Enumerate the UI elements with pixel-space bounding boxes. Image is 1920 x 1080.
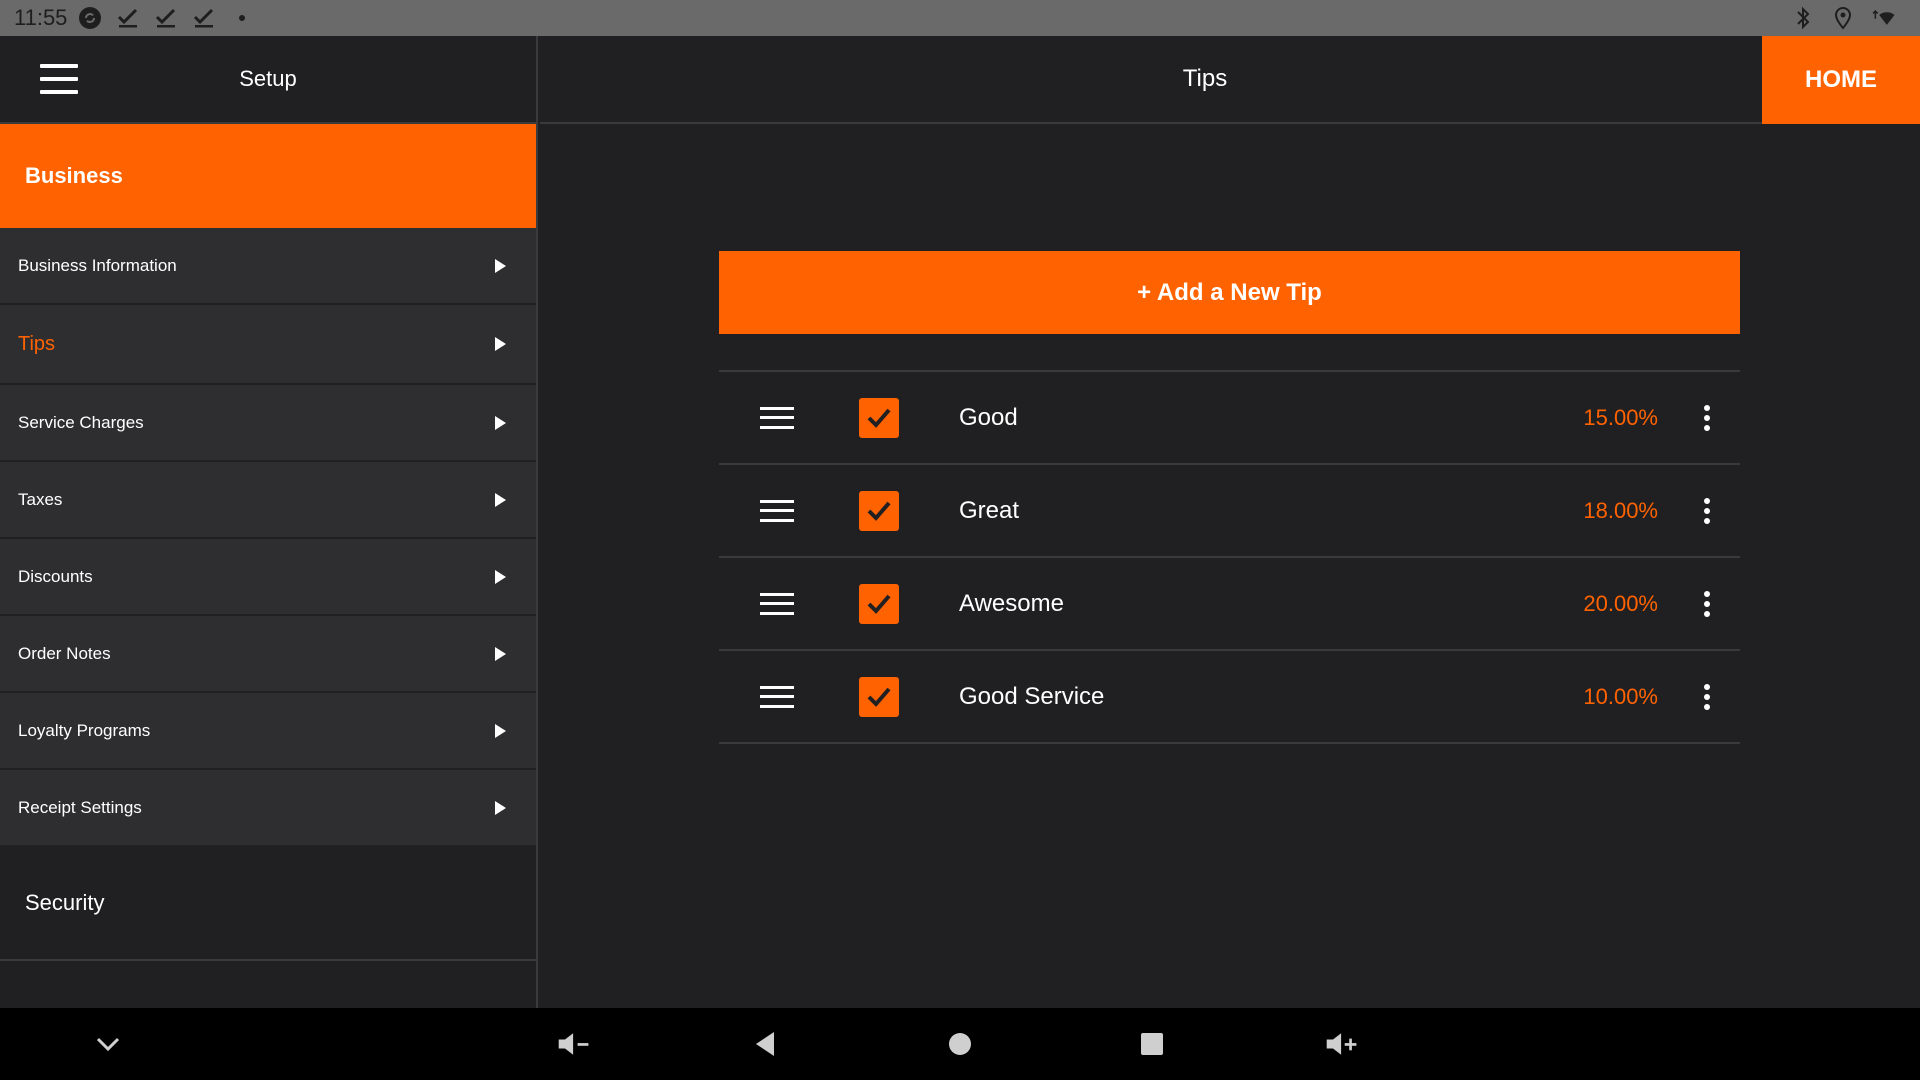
sidebar-item-label: Business Information: [18, 255, 177, 275]
arrow-right-icon: [495, 492, 506, 507]
sidebar-title: Setup: [239, 66, 297, 91]
tip-percent: 18.00%: [1583, 497, 1658, 523]
chevron-down-icon[interactable]: [90, 1026, 126, 1062]
sidebar-item-label: Service Charges: [18, 412, 144, 432]
check-icon: [115, 5, 141, 31]
more-options-icon[interactable]: [1702, 683, 1712, 710]
tip-row: Good Service 10.00%: [719, 651, 1740, 744]
status-right-icons: [1790, 5, 1906, 31]
tip-checkbox[interactable]: [859, 676, 899, 717]
status-bar: 11:55: [0, 0, 1920, 36]
tip-name: Great: [959, 496, 1020, 524]
arrow-right-icon: [495, 800, 506, 815]
section-business[interactable]: Business: [0, 124, 536, 228]
sidebar-header: Setup: [0, 36, 536, 124]
add-tip-button[interactable]: + Add a New Tip: [719, 251, 1740, 334]
home-button[interactable]: HOME: [1762, 36, 1920, 124]
main-panel: Tips HOME + Add a New Tip Good 15.00% Gr…: [540, 36, 1920, 1008]
tip-row: Awesome 20.00%: [719, 558, 1740, 651]
more-options-icon[interactable]: [1702, 497, 1712, 524]
checkmark-icon: [867, 687, 891, 707]
wifi-icon: [1870, 5, 1896, 31]
drag-handle-icon[interactable]: [760, 406, 794, 429]
system-nav-bar: [0, 1008, 1920, 1080]
tip-percent: 15.00%: [1583, 404, 1658, 430]
check-icon: [191, 5, 217, 31]
volume-down-icon[interactable]: [556, 1026, 592, 1062]
sidebar-item-label: Tips: [18, 332, 56, 355]
main-header: Tips HOME: [540, 36, 1920, 124]
home-icon[interactable]: [942, 1026, 978, 1062]
arrow-right-icon: [495, 258, 506, 273]
tip-checkbox[interactable]: [859, 397, 899, 438]
drag-handle-icon[interactable]: [760, 499, 794, 522]
sidebar: Setup Business Business Information Tips…: [0, 36, 538, 1008]
sidebar-item-receipt-settings[interactable]: Receipt Settings: [0, 770, 536, 847]
more-options-icon[interactable]: [1702, 590, 1712, 617]
drag-handle-icon[interactable]: [760, 685, 794, 708]
sidebar-item-label: Order Notes: [18, 643, 111, 663]
checkmark-icon: [867, 501, 891, 521]
section-security[interactable]: Security: [0, 847, 536, 961]
status-left-icons: [77, 5, 255, 31]
bluetooth-icon: [1790, 5, 1816, 31]
check-icon: [153, 5, 179, 31]
sidebar-item-label: Receipt Settings: [18, 797, 142, 817]
checkmark-icon: [867, 594, 891, 614]
tip-percent: 10.00%: [1583, 683, 1658, 709]
drag-handle-icon[interactable]: [760, 592, 794, 615]
tip-name: Good Service: [959, 682, 1105, 710]
sidebar-item-label: Taxes: [18, 489, 63, 509]
arrow-right-icon: [495, 723, 506, 738]
tip-row: Great 18.00%: [719, 465, 1740, 558]
sidebar-item-label: Discounts: [18, 566, 93, 586]
sidebar-item-label: Loyalty Programs: [18, 720, 151, 740]
sidebar-item-loyalty-programs[interactable]: Loyalty Programs: [0, 693, 536, 770]
tip-checkbox[interactable]: [859, 490, 899, 531]
menu-icon[interactable]: [40, 64, 78, 94]
arrow-right-icon: [495, 415, 506, 430]
sidebar-item-order-notes[interactable]: Order Notes: [0, 616, 536, 693]
tip-row: Good 15.00%: [719, 372, 1740, 465]
recents-icon[interactable]: [1134, 1026, 1170, 1062]
tip-checkbox[interactable]: [859, 583, 899, 624]
arrow-right-icon: [495, 569, 506, 584]
arrow-right-icon: [495, 646, 506, 661]
volume-up-icon[interactable]: [1324, 1026, 1360, 1062]
tip-name: Good: [959, 403, 1018, 431]
tip-list: Good 15.00% Great 18.00% Awesome 20.00%: [719, 370, 1740, 744]
checkmark-icon: [867, 408, 891, 428]
arrow-right-icon: [495, 337, 506, 351]
tip-name: Awesome: [959, 589, 1064, 617]
tip-percent: 20.00%: [1583, 590, 1658, 616]
sidebar-item-discounts[interactable]: Discounts: [0, 539, 536, 616]
dot-icon: [229, 5, 255, 31]
status-time: 11:55: [14, 5, 68, 30]
sidebar-item-tips[interactable]: Tips: [0, 305, 536, 385]
sync-icon: [77, 5, 103, 31]
page-title: Tips: [1182, 65, 1228, 92]
back-icon[interactable]: [748, 1026, 784, 1062]
sidebar-item-taxes[interactable]: Taxes: [0, 462, 536, 539]
more-options-icon[interactable]: [1702, 404, 1712, 431]
sidebar-item-service-charges[interactable]: Service Charges: [0, 385, 536, 462]
location-icon: [1830, 5, 1856, 31]
sidebar-item-business-information[interactable]: Business Information: [0, 228, 536, 305]
